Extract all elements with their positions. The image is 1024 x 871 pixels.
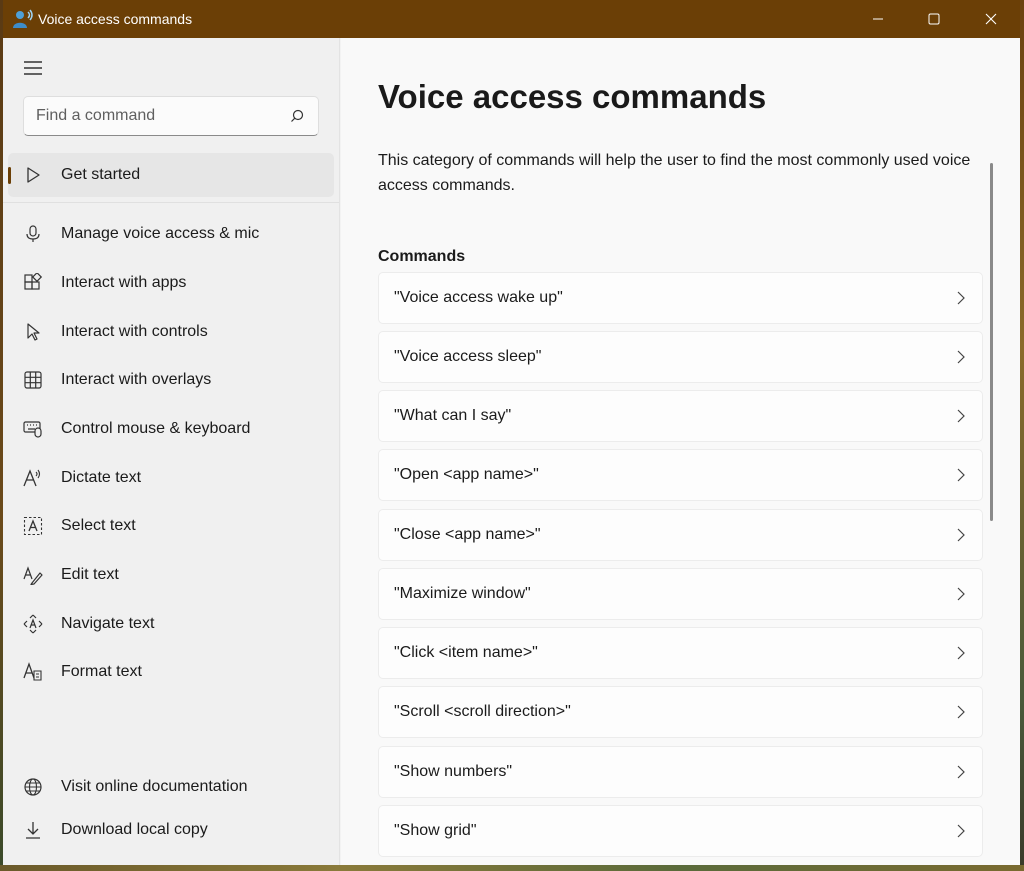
- command-label: "Maximize window": [394, 585, 531, 602]
- sidebar: Get started Manage voice access & mic In…: [3, 38, 340, 865]
- sidebar-item-label: Dictate text: [61, 469, 142, 486]
- sidebar-item-label: Edit text: [61, 566, 119, 583]
- minimize-icon: [873, 18, 883, 20]
- visit-online-documentation-link[interactable]: Visit online documentation: [8, 765, 334, 809]
- command-item[interactable]: "Show numbers": [378, 746, 983, 798]
- chevron-right-icon: [957, 468, 965, 482]
- command-label: "Scroll <scroll direction>": [394, 703, 571, 720]
- chevron-right-icon: [957, 350, 965, 364]
- command-label: "Close <app name>": [394, 526, 541, 543]
- sidebar-item-label: Format text: [61, 663, 142, 680]
- command-item[interactable]: "Scroll <scroll direction>": [378, 686, 983, 738]
- command-item[interactable]: "Open <app name>": [378, 449, 983, 501]
- command-item[interactable]: "Close <app name>": [378, 509, 983, 561]
- sidebar-item-interact-with-controls[interactable]: Interact with controls: [8, 310, 334, 354]
- sidebar-item-label: Get started: [61, 166, 141, 183]
- sidebar-item-navigate-text[interactable]: Navigate text: [8, 602, 334, 646]
- select-text-icon: [23, 516, 43, 536]
- sidebar-item-control-mouse-keyboard[interactable]: Control mouse & keyboard: [8, 407, 334, 451]
- sidebar-item-label: Interact with controls: [61, 323, 208, 340]
- main-content: Voice access commands This category of c…: [341, 38, 1020, 865]
- sidebar-item-manage-voice-access[interactable]: Manage voice access & mic: [8, 212, 334, 256]
- sidebar-item-format-text[interactable]: Format text: [8, 650, 334, 694]
- app-window: Voice access commands Get started: [3, 0, 1020, 865]
- grid-icon: [24, 371, 42, 389]
- download-icon: [26, 822, 40, 839]
- microphone-icon: [26, 225, 40, 242]
- command-label: "Show numbers": [394, 763, 513, 780]
- sidebar-item-edit-text[interactable]: Edit text: [8, 553, 334, 597]
- sidebar-item-interact-with-overlays[interactable]: Interact with overlays: [8, 358, 334, 402]
- maximize-button[interactable]: [911, 0, 957, 38]
- close-button[interactable]: [968, 0, 1014, 38]
- chevron-right-icon: [957, 587, 965, 601]
- search-icon[interactable]: [290, 109, 304, 123]
- sidebar-item-label: Select text: [61, 517, 136, 534]
- download-local-copy-link[interactable]: Download local copy: [8, 808, 334, 852]
- page-title: Voice access commands: [378, 78, 767, 115]
- navigate-text-icon: [23, 614, 43, 634]
- edit-text-icon: [23, 566, 43, 585]
- command-label: "Click <item name>": [394, 644, 538, 661]
- sidebar-item-label: Manage voice access & mic: [61, 225, 260, 242]
- dictate-icon: [23, 469, 41, 487]
- title-bar[interactable]: Voice access commands: [3, 0, 1020, 38]
- command-item[interactable]: "Voice access sleep": [378, 331, 983, 383]
- hamburger-menu-icon[interactable]: [22, 60, 44, 76]
- chevron-right-icon: [957, 646, 965, 660]
- play-icon: [27, 167, 40, 183]
- sidebar-item-dictate-text[interactable]: Dictate text: [8, 456, 334, 500]
- chevron-right-icon: [957, 528, 965, 542]
- sidebar-footer-label: Download local copy: [61, 821, 208, 838]
- cursor-icon: [27, 323, 40, 341]
- command-label: "Voice access sleep": [394, 348, 542, 365]
- chevron-right-icon: [957, 291, 965, 305]
- chevron-right-icon: [957, 409, 965, 423]
- command-item[interactable]: "Click <item name>": [378, 627, 983, 679]
- voice-access-app-icon: [13, 9, 33, 28]
- sidebar-item-get-started[interactable]: Get started: [8, 153, 334, 197]
- chevron-right-icon: [957, 705, 965, 719]
- command-item[interactable]: "Maximize window": [378, 568, 983, 620]
- chevron-right-icon: [957, 824, 965, 838]
- minimize-button[interactable]: [855, 0, 901, 38]
- sidebar-item-interact-with-apps[interactable]: Interact with apps: [8, 261, 334, 305]
- format-text-icon: [23, 662, 42, 681]
- command-item[interactable]: "What can I say": [378, 390, 983, 442]
- page-description: This category of commands will help the …: [378, 152, 971, 194]
- vertical-scrollbar[interactable]: [990, 163, 993, 521]
- sidebar-item-label: Interact with overlays: [61, 371, 212, 388]
- sidebar-item-label: Interact with apps: [61, 274, 187, 291]
- apps-icon: [24, 273, 43, 290]
- search-box: [23, 96, 319, 136]
- search-input[interactable]: [24, 97, 274, 135]
- command-item[interactable]: "Voice access wake up": [378, 272, 983, 324]
- command-label: "What can I say": [394, 407, 512, 424]
- command-label: "Open <app name>": [394, 466, 539, 483]
- keyboard-mouse-icon: [23, 421, 42, 438]
- maximize-icon: [928, 13, 940, 25]
- globe-icon: [24, 778, 42, 796]
- command-label: "Show grid": [394, 822, 477, 839]
- sidebar-item-label: Control mouse & keyboard: [61, 420, 251, 437]
- sidebar-divider: [3, 202, 339, 203]
- sidebar-item-select-text[interactable]: Select text: [8, 504, 334, 548]
- sidebar-footer-label: Visit online documentation: [61, 778, 248, 795]
- command-label: "Voice access wake up": [394, 289, 563, 306]
- window-title: Voice access commands: [38, 11, 193, 27]
- commands-section-title: Commands: [378, 248, 466, 265]
- close-icon: [985, 13, 997, 25]
- command-item[interactable]: "Show grid": [378, 805, 983, 857]
- chevron-right-icon: [957, 765, 965, 779]
- selection-indicator: [8, 167, 11, 184]
- sidebar-item-label: Navigate text: [61, 615, 155, 632]
